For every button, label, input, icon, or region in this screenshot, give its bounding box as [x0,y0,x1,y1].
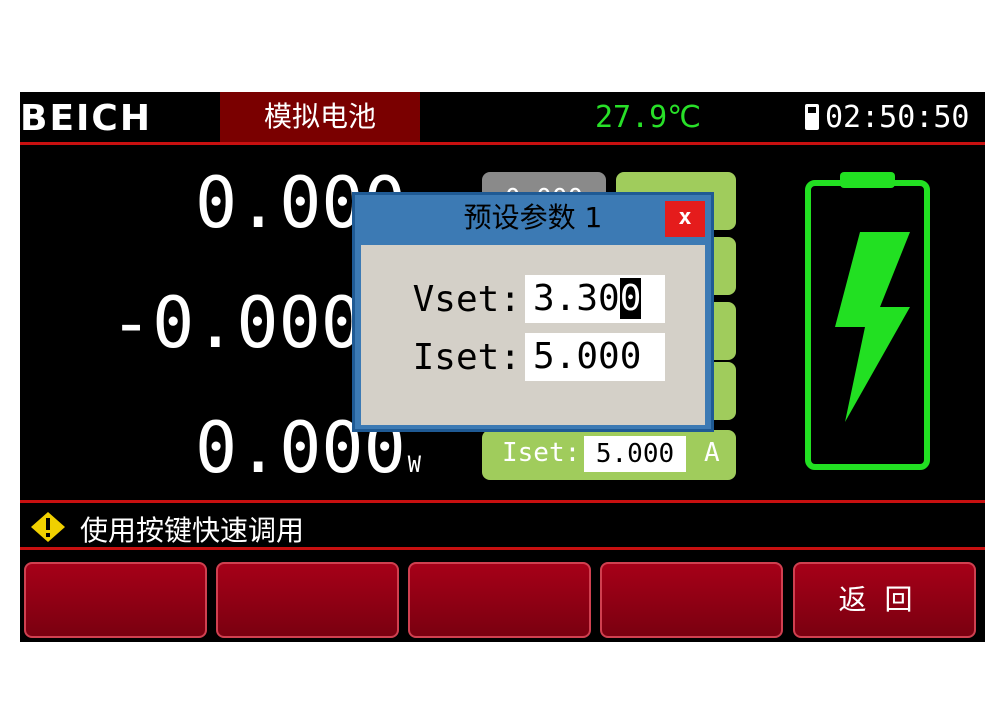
edit-cursor: 0 [619,278,642,319]
current-value: -0.000 [110,282,363,364]
current-readout: -0.000 [110,282,363,364]
back-button[interactable]: 返回 [793,562,976,638]
instrument-screen: BEICH 模拟电池 27.9℃ 02:50:50 0.000 -0.000 0… [20,92,985,642]
clock-readout: 02:50:50 [825,100,970,135]
hint-text: 使用按键快速调用 [80,514,305,547]
lightning-bolt-icon [835,232,910,422]
top-bar: BEICH 模拟电池 27.9℃ 02:50:50 [20,92,985,145]
power-unit: W [407,453,421,478]
function-key-2[interactable] [216,562,399,638]
close-button[interactable]: x [665,201,705,237]
usb-drive-icon [805,104,819,130]
temperature-readout: 27.9℃ [595,100,701,135]
dialog-title: 预设参数 1 [463,201,603,234]
iset-dialog-label: Iset: [412,337,521,378]
iset-label: Iset: [502,438,581,468]
function-key-3[interactable] [408,562,591,638]
dialog-body: Vset: 3.300 Iset: 5.000 [361,245,705,425]
function-key-4[interactable] [600,562,783,638]
iset-value: 5.000 [584,436,686,472]
clock-group: 02:50:50 [805,100,970,135]
hint-bar: 使用按键快速调用 [20,500,985,550]
vset-value: 3.30 [533,278,620,319]
vset-label: Vset: [412,279,521,320]
brand-logo: BEICH [20,98,152,139]
vset-input[interactable]: 3.300 [525,275,665,323]
function-key-row: 返回 [20,558,985,642]
function-key-1[interactable] [24,562,207,638]
iset-unit: A [704,438,720,468]
preset-dialog: 预设参数 1 x Vset: 3.300 Iset: 5.000 [352,192,714,432]
iset-preset-row[interactable]: Iset: 5.000 A [482,430,736,480]
info-icon [31,512,65,542]
mode-tab[interactable]: 模拟电池 [220,92,420,142]
iset-input[interactable]: 5.000 [525,333,665,381]
